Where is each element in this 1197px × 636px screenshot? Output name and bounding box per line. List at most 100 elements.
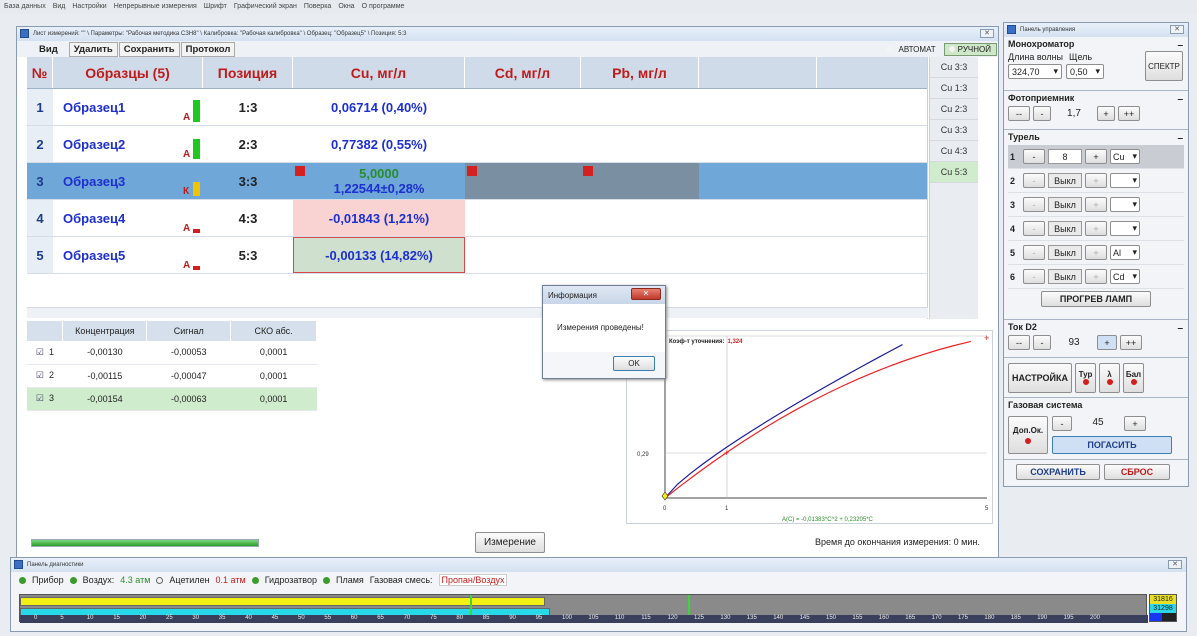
position-cell[interactable]: 2:3: [203, 126, 293, 162]
sample-name[interactable]: Образец1 А: [53, 89, 203, 125]
turret-row[interactable]: 6- Выкл + Cd ▾: [1008, 265, 1184, 289]
gas-increase-button[interactable]: +: [1124, 416, 1146, 431]
row-checkbox[interactable]: ☑: [36, 347, 44, 357]
position-cell[interactable]: 5:3: [203, 237, 293, 273]
side-list-item[interactable]: Cu 2:3: [930, 99, 978, 120]
cu-cell[interactable]: 5,0000 1,22544±0,28%: [293, 163, 465, 199]
menu-item[interactable]: База данных: [4, 3, 46, 14]
cu-cell[interactable]: 0,06714 (0,40%): [293, 89, 465, 125]
menu-item[interactable]: Настройки: [72, 3, 106, 14]
position-cell[interactable]: 1:3: [203, 89, 293, 125]
turret-element-select[interactable]: Al ▾: [1110, 245, 1140, 260]
turret-value[interactable]: Выкл: [1048, 197, 1082, 212]
close-icon[interactable]: ✕: [980, 29, 994, 38]
table-row[interactable]: 4 Образец4 А 4:3 -0,01843 (1,21%): [27, 200, 927, 237]
turret-row[interactable]: 2- Выкл + ▾: [1008, 169, 1184, 193]
turret-value[interactable]: Выкл: [1048, 221, 1082, 236]
subgrid-row[interactable]: ☑ 1 -0,00130 -0,00053 0,0001: [27, 341, 317, 365]
turret-element-select[interactable]: ▾: [1110, 197, 1140, 212]
photo-decrease-button[interactable]: -: [1033, 106, 1051, 121]
d2-increase-button[interactable]: +: [1097, 335, 1117, 350]
turret-decrease-button[interactable]: -: [1023, 197, 1045, 212]
table-row[interactable]: 3 Образец3 К 3:3 5,0000 1,22544±0,28%: [27, 163, 927, 200]
position-cell[interactable]: 3:3: [203, 163, 293, 199]
d2-increase-more-button[interactable]: ++: [1120, 335, 1142, 350]
turret-decrease-button[interactable]: -: [1023, 245, 1045, 260]
subgrid-row[interactable]: ☑ 3 -0,00154 -0,00063 0,0001: [27, 387, 317, 411]
menu-item[interactable]: Окна: [338, 3, 354, 14]
header-samples[interactable]: Образцы (5): [53, 57, 203, 88]
reset-button[interactable]: СБРОС: [1104, 464, 1170, 480]
photo-increase-button[interactable]: +: [1097, 106, 1115, 121]
side-list-item[interactable]: Cu 5:3: [930, 162, 978, 183]
balance-button[interactable]: Бал: [1123, 362, 1144, 393]
spectrum-button[interactable]: СПЕКТР: [1145, 51, 1183, 81]
pb-cell[interactable]: [581, 200, 699, 236]
side-list-item[interactable]: Cu 3:3: [930, 57, 978, 78]
sample-name[interactable]: Образец2 А: [53, 126, 203, 162]
table-row[interactable]: 1 Образец1 А 1:3 0,06714 (0,40%): [27, 89, 927, 126]
row-checkbox[interactable]: ☑: [36, 393, 44, 403]
sample-name[interactable]: Образец4 А: [53, 200, 203, 236]
side-list-item[interactable]: Cu 3:3: [930, 120, 978, 141]
sample-name[interactable]: Образец3 К: [53, 163, 203, 199]
menu-item[interactable]: Вид: [53, 3, 66, 14]
collapse-icon[interactable]: –: [1177, 323, 1183, 334]
turret-increase-button[interactable]: +: [1085, 269, 1107, 284]
turret-value[interactable]: Выкл: [1048, 245, 1082, 260]
turret-increase-button[interactable]: +: [1085, 245, 1107, 260]
save-settings-button[interactable]: СОХРАНИТЬ: [1016, 464, 1100, 480]
extinguish-button[interactable]: ПОГАСИТЬ: [1052, 436, 1172, 454]
turret-value[interactable]: Выкл: [1048, 269, 1082, 284]
auto-mode-button[interactable]: АВТОМАТ: [895, 44, 940, 55]
photo-decrease-more-button[interactable]: --: [1008, 106, 1030, 121]
wavelength-select[interactable]: 324,70 ▾: [1008, 64, 1062, 79]
manual-mode-button[interactable]: РУЧНОЙ: [943, 42, 997, 56]
dialog-ok-button[interactable]: OK: [613, 356, 655, 371]
cd-cell[interactable]: [465, 89, 581, 125]
photo-increase-more-button[interactable]: ++: [1118, 106, 1140, 121]
collapse-icon[interactable]: –: [1177, 94, 1183, 105]
cd-cell[interactable]: [465, 200, 581, 236]
turret-increase-button[interactable]: +: [1085, 149, 1107, 164]
dialog-close-icon[interactable]: ✕: [631, 288, 661, 300]
warmup-lamps-button[interactable]: ПРОГРЕВ ЛАМП: [1041, 291, 1151, 307]
turret-increase-button[interactable]: +: [1085, 197, 1107, 212]
position-cell[interactable]: 4:3: [203, 200, 293, 236]
table-row[interactable]: 5 Образец5 А 5:3 -0,00133 (14,82%): [27, 237, 927, 274]
cu-cell[interactable]: -0,01843 (1,21%): [293, 200, 465, 236]
turret-element-select[interactable]: Cd ▾: [1110, 269, 1140, 284]
d2-decrease-button[interactable]: -: [1033, 335, 1051, 350]
lambda-home-button[interactable]: λ: [1099, 362, 1120, 393]
cd-cell[interactable]: [465, 163, 581, 199]
table-row[interactable]: 2 Образец2 А 2:3 0,77382 (0,55%): [27, 126, 927, 163]
cu-cell[interactable]: -0,00133 (14,82%): [293, 237, 465, 273]
subgrid-row[interactable]: ☑ 2 -0,00115 -0,00047 0,0001: [27, 364, 317, 388]
menu-item[interactable]: Графический экран: [234, 3, 297, 14]
pb-cell[interactable]: [581, 237, 699, 273]
pb-cell[interactable]: [581, 89, 699, 125]
sample-name[interactable]: Образец5 А: [53, 237, 203, 273]
turret-increase-button[interactable]: +: [1085, 221, 1107, 236]
settings-button[interactable]: НАСТРОЙКА: [1008, 362, 1072, 393]
turret-row[interactable]: 4- Выкл + ▾: [1008, 217, 1184, 241]
cd-cell[interactable]: [465, 126, 581, 162]
turret-value[interactable]: Выкл: [1048, 173, 1082, 188]
delete-button[interactable]: Удалить: [68, 41, 118, 57]
close-icon[interactable]: ✕: [1170, 25, 1184, 34]
header-cu[interactable]: Cu, мг/л: [293, 57, 465, 88]
header-position[interactable]: Позиция: [203, 57, 293, 88]
measure-button[interactable]: Измерение: [475, 532, 545, 553]
pb-cell[interactable]: [581, 163, 699, 199]
cu-cell[interactable]: 0,77382 (0,55%): [293, 126, 465, 162]
side-list-item[interactable]: Cu 4:3: [930, 141, 978, 162]
menu-item[interactable]: Поверка: [304, 3, 331, 14]
pb-cell[interactable]: [581, 126, 699, 162]
turret-decrease-button[interactable]: -: [1023, 221, 1045, 236]
view-menu[interactable]: Вид: [29, 44, 68, 55]
collapse-icon[interactable]: –: [1177, 40, 1183, 51]
collapse-icon[interactable]: –: [1177, 133, 1183, 144]
protocol-button[interactable]: Протокол: [180, 41, 236, 57]
menu-item[interactable]: Шрифт: [204, 3, 227, 14]
close-icon[interactable]: ✕: [1168, 560, 1182, 569]
